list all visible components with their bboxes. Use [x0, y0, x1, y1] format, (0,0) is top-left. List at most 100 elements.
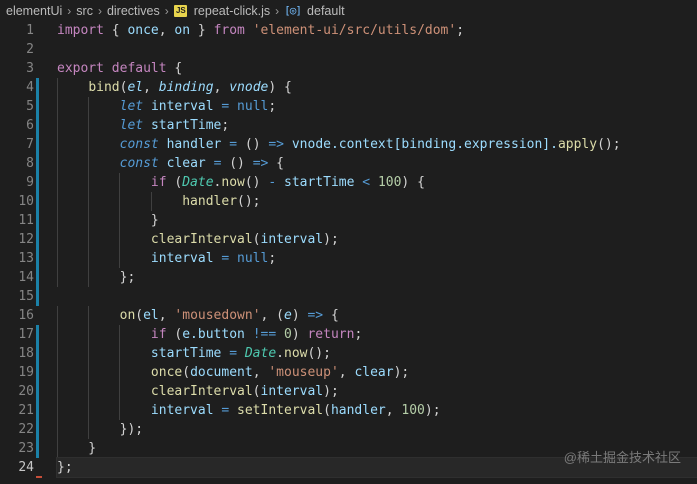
code-line[interactable]: startTime = Date.now(); [57, 344, 697, 363]
code-token: if [150, 327, 167, 342]
chevron-right-icon: › [275, 3, 280, 18]
breadcrumb-item-src[interactable]: src [76, 4, 93, 18]
code-token: once [127, 23, 159, 38]
code-token: return [307, 327, 355, 342]
code-line[interactable]: clearInterval(interval); [57, 230, 697, 249]
breadcrumb-item-elementui[interactable]: elementUi [6, 4, 62, 18]
indent-guide [57, 325, 58, 344]
git-deleted-marker[interactable] [36, 476, 42, 478]
code-line[interactable]: interval = null; [57, 249, 697, 268]
code-token: } [57, 213, 159, 228]
code-token: startTime [284, 175, 355, 190]
indent-guide [150, 192, 152, 211]
code-token: = [229, 346, 238, 361]
line-number: 11 [18, 213, 34, 228]
code-line[interactable]: let interval = null; [57, 97, 697, 116]
git-modified-bar[interactable] [36, 78, 39, 306]
line-number: 17 [18, 327, 34, 342]
indent-guide [57, 249, 58, 268]
indent-guide [119, 401, 121, 420]
code-line[interactable] [57, 287, 697, 306]
indent-guide [88, 230, 90, 249]
code-token: binding [158, 80, 214, 95]
code-token: interval [260, 384, 324, 399]
indent-guide [88, 249, 90, 268]
indent-guide [119, 363, 121, 382]
code-line[interactable]: bind(el, binding, vnode) { [57, 78, 697, 97]
code-token: now [284, 346, 308, 361]
code-token: ) { [401, 175, 425, 190]
code-token: 100 [401, 403, 425, 418]
indent-guide [88, 211, 90, 230]
breadcrumb-item-file[interactable]: JS repeat-click.js [173, 4, 270, 18]
indent-guide [57, 135, 58, 154]
code-line[interactable]: export default { [57, 59, 697, 78]
code-token: vnode.context[binding.expression]. [291, 137, 558, 152]
code-token: , [385, 403, 402, 418]
indent-guide [119, 173, 121, 192]
code-editor[interactable]: elementUi › src › directives › JS repeat… [0, 0, 697, 484]
breadcrumb-item-directives[interactable]: directives [107, 4, 160, 18]
code-token: { [103, 23, 128, 38]
code-token: , [338, 365, 355, 380]
indent-guide [57, 439, 58, 458]
code-token: startTime [150, 118, 222, 133]
line-number: 13 [18, 251, 34, 266]
line-number: 7 [26, 137, 34, 152]
code-line[interactable]: } [57, 211, 697, 230]
code-line[interactable]: }); [57, 420, 697, 439]
indent-guide [88, 420, 90, 439]
breadcrumb: elementUi › src › directives › JS repeat… [0, 0, 697, 21]
indent-guide [88, 173, 90, 192]
code-line[interactable]: let startTime; [57, 116, 697, 135]
indent-guide [88, 325, 90, 344]
code-area[interactable]: import { once, on } from 'element-ui/src… [56, 21, 697, 478]
code-token: setInterval [237, 403, 324, 418]
breadcrumb-label: src [76, 3, 93, 18]
line-number: 22 [18, 422, 34, 437]
line-number: 4 [26, 80, 34, 95]
indent-guide [88, 344, 90, 363]
indent-guide [57, 382, 58, 401]
code-token: !== [252, 327, 277, 342]
code-line[interactable] [57, 40, 697, 59]
code-token: ) [291, 327, 308, 342]
code-line[interactable]: const clear = () => { [57, 154, 697, 173]
indent-guide [119, 211, 121, 230]
code-token: ; [268, 251, 277, 266]
code-line[interactable]: interval = setInterval(handler, 100); [57, 401, 697, 420]
git-modified-bar[interactable] [36, 325, 39, 458]
code-line[interactable]: on(el, 'mousedown', (e) => { [57, 306, 697, 325]
code-line[interactable]: import { once, on } from 'element-ui/src… [57, 21, 697, 40]
code-token: on [174, 23, 191, 38]
code-token: interval [150, 99, 214, 114]
line-number: 1 [26, 23, 34, 38]
code-token: el [143, 308, 159, 323]
code-token: { [268, 156, 285, 171]
code-line[interactable]: const handler = () => vnode.context[bind… [57, 135, 697, 154]
code-line[interactable]: clearInterval(interval); [57, 382, 697, 401]
code-line[interactable]: if (Date.now() - startTime < 100) { [57, 173, 697, 192]
code-token: once [150, 365, 183, 380]
breadcrumb-item-symbol[interactable]: [◎] default [284, 4, 344, 18]
code-line[interactable]: once(document, 'mouseup', clear); [57, 363, 697, 382]
code-token: e.button [182, 327, 245, 342]
code-token: . [276, 346, 284, 361]
code-token: , [158, 308, 175, 323]
indent-guide [57, 211, 58, 230]
code-token: ) [291, 308, 308, 323]
code-line[interactable]: handler(); [57, 192, 697, 211]
code-token: clearInterval [150, 232, 253, 247]
code-line[interactable]: if (e.button !== 0) return; [57, 325, 697, 344]
code-token: }); [57, 422, 144, 437]
code-token: , [158, 23, 175, 38]
code-line[interactable]: }; [57, 268, 697, 287]
indent-guide [57, 268, 58, 287]
indent-guide [119, 230, 121, 249]
